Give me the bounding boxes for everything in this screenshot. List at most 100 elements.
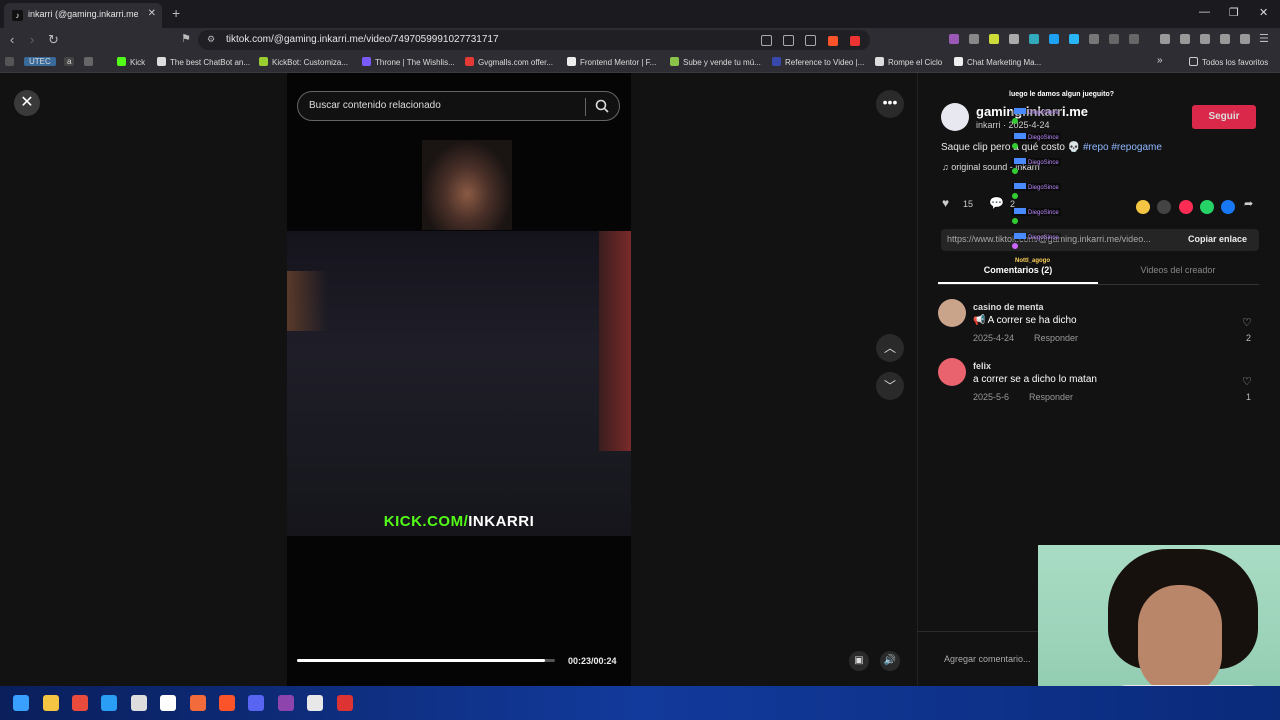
extension-icon[interactable] — [1069, 34, 1079, 44]
back-button[interactable]: ‹ — [10, 32, 14, 47]
maximize-button[interactable]: ❐ — [1229, 6, 1239, 19]
extensions-menu-icon[interactable] — [1109, 34, 1119, 44]
send-icon[interactable] — [1179, 200, 1193, 214]
bookmark-item[interactable]: KickBot: Customiza... — [259, 57, 348, 67]
apps-icon[interactable] — [5, 57, 18, 67]
discord-icon[interactable] — [248, 695, 264, 711]
reader-icon[interactable] — [761, 35, 772, 46]
vscode-icon[interactable] — [101, 695, 117, 711]
comment-like-icon[interactable]: ♡ — [1242, 375, 1252, 388]
vpn-icon[interactable] — [1240, 34, 1250, 44]
start-icon[interactable] — [13, 695, 29, 711]
like-count: 15 — [963, 199, 974, 209]
bookmark-item[interactable]: Frontend Mentor | F... — [567, 57, 656, 67]
tab-comments[interactable]: Comentarios (2) — [938, 265, 1098, 275]
chat-username: DiegoSince — [1012, 183, 1061, 191]
cast-icon[interactable] — [783, 35, 794, 46]
volume-icon[interactable]: 🔊 — [880, 651, 900, 671]
grid-icon[interactable] — [84, 57, 97, 67]
extension-icon[interactable] — [1049, 34, 1059, 44]
comment-icon[interactable]: 💬 — [989, 196, 1004, 210]
extension-icon[interactable] — [969, 34, 979, 44]
search-icon[interactable] — [594, 98, 610, 114]
chat-username: DiegoSince — [1012, 233, 1061, 241]
share-icon[interactable] — [805, 35, 816, 46]
reload-button[interactable]: ↻ — [48, 32, 59, 48]
extension-icon[interactable] — [989, 34, 999, 44]
app-icon[interactable] — [337, 695, 353, 711]
progress-fill — [297, 659, 545, 662]
comment-author[interactable]: felix — [973, 361, 991, 371]
related-search-input[interactable]: Buscar contenido relacionado — [297, 91, 620, 121]
leo-icon[interactable] — [1220, 34, 1230, 44]
all-bookmarks-folder[interactable]: Todos los favoritos — [1189, 57, 1268, 67]
app-icon[interactable] — [72, 695, 88, 711]
bookmark-item[interactable]: Throne | The Wishlis... — [362, 57, 455, 67]
sidebar-icon[interactable] — [1180, 34, 1190, 44]
menu-icon[interactable]: ☰ — [1259, 32, 1269, 45]
whatsapp-icon[interactable] — [1200, 200, 1214, 214]
copy-link-button[interactable]: Copiar enlace — [1188, 234, 1247, 244]
next-video-button[interactable]: ﹀ — [876, 372, 904, 400]
add-comment-input[interactable]: Agregar comentario... — [944, 654, 1031, 664]
reply-button[interactable]: Responder — [1034, 333, 1078, 343]
bookmark-item[interactable]: Gvgmalls.com offer... — [465, 57, 553, 67]
app-icon[interactable] — [190, 695, 206, 711]
emoji-share-icon[interactable] — [1136, 200, 1150, 214]
progress-bar[interactable] — [297, 659, 555, 662]
comment-date: 2025-4-24 — [973, 333, 1015, 343]
obs-icon[interactable] — [307, 695, 323, 711]
file-explorer-icon[interactable] — [43, 695, 59, 711]
bookmark-item[interactable]: Rompe el Ciclo — [875, 57, 942, 67]
notion-icon[interactable] — [160, 695, 176, 711]
brave-rewards-icon[interactable] — [850, 36, 860, 46]
share-arrow-icon[interactable]: ➦ — [1244, 197, 1253, 210]
bookmark-item[interactable]: Kick — [117, 57, 145, 67]
close-video-button[interactable]: ✕ — [14, 90, 40, 116]
like-icon[interactable]: ♥ — [942, 196, 949, 210]
bookmark-item[interactable]: Reference to Video |... — [772, 57, 864, 67]
bookmark-item[interactable]: a — [64, 57, 75, 66]
close-window-button[interactable]: ✕ — [1259, 6, 1268, 19]
brave-shield-icon[interactable] — [828, 36, 838, 46]
calendar-icon[interactable] — [131, 695, 147, 711]
extension-icon[interactable] — [1129, 34, 1139, 44]
bookmark-item[interactable]: UTEC — [24, 57, 56, 66]
more-options-button[interactable]: ••• — [876, 90, 904, 118]
media-icon[interactable] — [1160, 34, 1170, 44]
hashtags[interactable]: #repo #repogame — [1083, 142, 1162, 153]
reply-button[interactable]: Responder — [1029, 392, 1073, 402]
site-info-icon[interactable]: ⚙ — [207, 34, 215, 45]
address-bar[interactable]: ⚙ tiktok.com/@gaming.inkarri.me/video/74… — [198, 30, 870, 50]
forward-button[interactable]: › — [30, 32, 34, 47]
extension-icon[interactable] — [1009, 34, 1019, 44]
bookmark-item[interactable]: Chat Marketing Ma... — [954, 57, 1041, 67]
new-tab-button[interactable]: + — [172, 5, 180, 21]
follow-button[interactable]: Seguir — [1192, 105, 1256, 129]
brave-icon[interactable] — [219, 695, 235, 711]
comment-like-icon[interactable]: ♡ — [1242, 316, 1252, 329]
previous-video-button[interactable]: ︿ — [876, 334, 904, 362]
comment-author[interactable]: casino de menta — [973, 302, 1044, 312]
extension-icon[interactable] — [1089, 34, 1099, 44]
close-tab-icon[interactable]: ✕ — [148, 8, 156, 19]
embed-icon[interactable] — [1157, 200, 1171, 214]
chat-emote-icon — [1012, 243, 1018, 249]
wallet-icon[interactable] — [1200, 34, 1210, 44]
avatar[interactable] — [938, 358, 966, 386]
tab-bar: ♪ inkarri (@gaming.inkarri.me) | ✕ + — ❐… — [0, 0, 1280, 28]
tab-creator-videos[interactable]: Videos del creador — [1098, 265, 1258, 275]
bookmark-item[interactable]: Sube y vende tu mú... — [670, 57, 761, 67]
avatar[interactable] — [938, 299, 966, 327]
minimize-button[interactable]: — — [1199, 6, 1210, 18]
browser-tab[interactable]: ♪ inkarri (@gaming.inkarri.me) | ✕ — [4, 3, 162, 28]
extension-icon[interactable] — [1029, 34, 1039, 44]
bookmark-icon[interactable]: ⚑ — [181, 32, 191, 45]
bookmark-item[interactable]: The best ChatBot an... — [157, 57, 250, 67]
facebook-icon[interactable] — [1221, 200, 1235, 214]
app-icon[interactable] — [278, 695, 294, 711]
extension-icon[interactable] — [949, 34, 959, 44]
pip-icon[interactable]: ▣ — [849, 651, 869, 671]
avatar[interactable] — [941, 103, 969, 131]
more-bookmarks-icon[interactable]: » — [1157, 55, 1163, 66]
